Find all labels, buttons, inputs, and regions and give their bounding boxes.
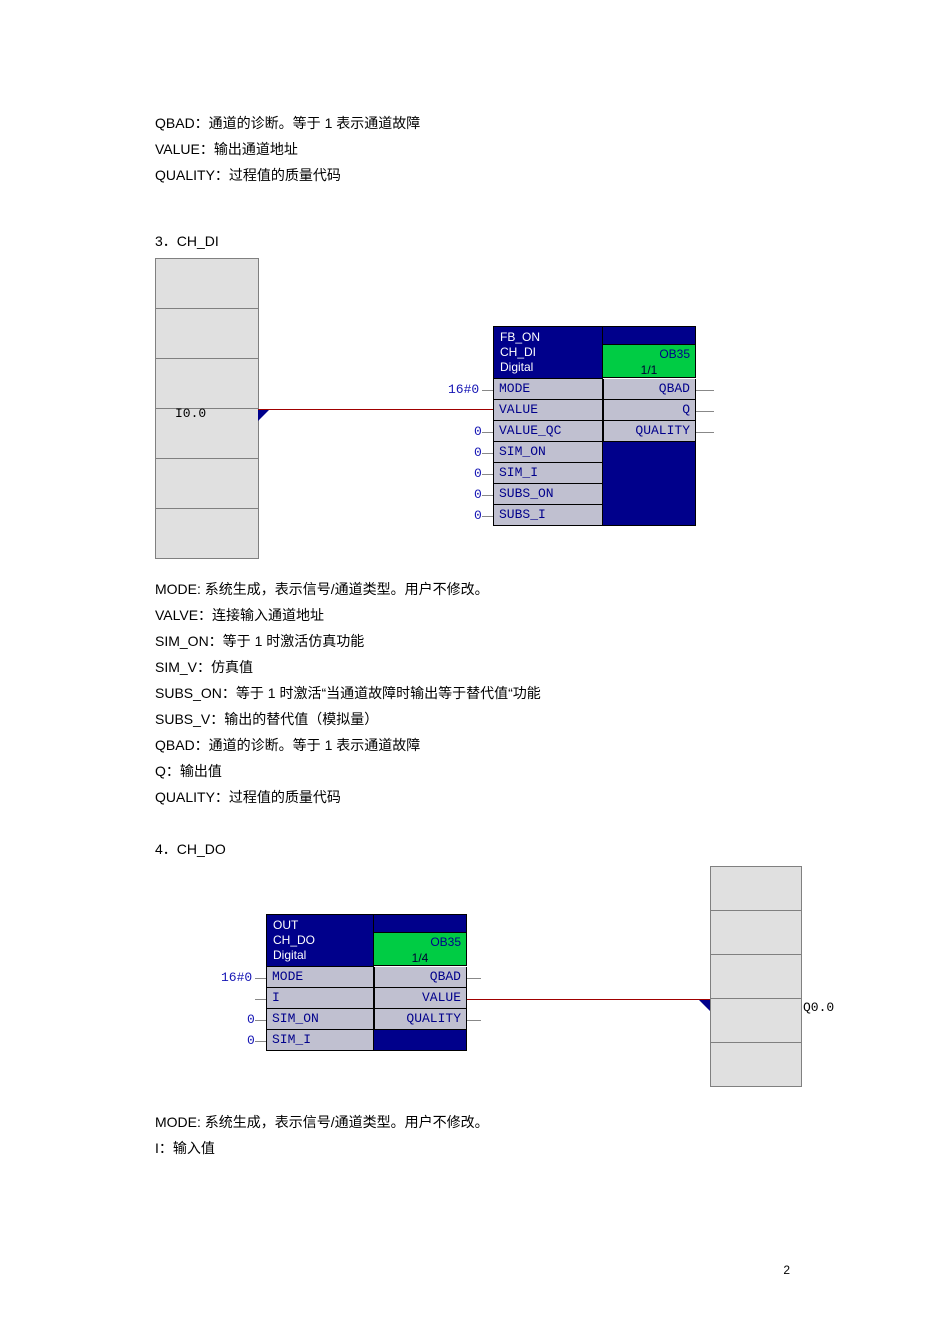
function-block-ch-do: OUT CH_DO Digital OB35 1/4 MODE I SIM_ON [266, 914, 467, 1051]
fb-header-line3: Digital [500, 360, 596, 375]
fb-in-sim-on: SIM_ON [493, 442, 603, 463]
rung-address-label-r: Q0.0 [803, 1000, 834, 1015]
section-4-title: 4．CH_DO [155, 836, 790, 862]
sect3-desc-7: QBAD：通道的诊断。等于 1 表示通道故障 [155, 732, 790, 758]
diagram-ch-do: Q0.0 16#0 0 0 OUT CH_DO Digital [147, 866, 790, 1101]
fb2-in-sim-i: SIM_I [266, 1030, 374, 1051]
sect3-desc-2: VALVE：连接输入通道地址 [155, 602, 790, 628]
fb-in-value: VALUE [493, 400, 603, 421]
stub-sim-on [482, 453, 493, 454]
rung-left [155, 258, 259, 559]
stub-subs-i [482, 516, 493, 517]
fb-in-value-qc: VALUE_QC [493, 421, 603, 442]
section-3-title: 3．CH_DI [155, 228, 790, 254]
fb-status-ob: OB35 [608, 346, 690, 362]
fb-out-qbad: QBAD [603, 379, 696, 400]
rung-right [710, 866, 802, 1087]
fb2-out-qbad: QBAD [374, 967, 467, 988]
fb-out-q: Q [603, 400, 696, 421]
sect4-desc-1: MODE: 系统生成，表示信号/通道类型。用户不修改。 [155, 1109, 790, 1135]
stub-out-quality-2 [467, 1020, 481, 1021]
fb2-out-value: VALUE [374, 988, 467, 1009]
stub-sim-on-2 [255, 1020, 266, 1021]
diagram-ch-di: I0.0 16#0 0 0 0 0 0 FB_ON CH_DI Digital [155, 258, 790, 568]
fb-in-sim-i: SIM_I [493, 463, 603, 484]
stub-out-qbad [696, 390, 714, 391]
in-val-mode: 16#0 [448, 382, 479, 397]
stub-out-quality [696, 432, 714, 433]
stub-mode [482, 390, 493, 391]
stub-mode-2 [255, 978, 266, 979]
stub-sim-i-2 [255, 1041, 266, 1042]
fb-status-ratio: 1/1 [608, 362, 690, 378]
intro-line-2: VALUE：输出通道地址 [155, 136, 790, 162]
fb2-status-ratio: 1/4 [379, 950, 461, 966]
fb2-out-quality: QUALITY [374, 1009, 467, 1030]
function-block-ch-di: FB_ON CH_DI Digital OB35 1/1 MODE VALUE … [493, 326, 696, 526]
in-val-value-qc: 0 [474, 424, 482, 439]
page-number: 2 [783, 1263, 790, 1277]
intro-line-1: QBAD：通道的诊断。等于 1 表示通道故障 [155, 110, 790, 136]
in-val-mode-2: 16#0 [221, 970, 252, 985]
sect3-desc-4: SIM_V：仿真值 [155, 654, 790, 680]
fb-header-line2: CH_DI [500, 345, 596, 360]
fb2-header-line2: CH_DO [273, 933, 367, 948]
stub-subs-on [482, 495, 493, 496]
fb2-in-sim-on: SIM_ON [266, 1009, 374, 1030]
rung-tie-marker-r [698, 999, 710, 1011]
fb-status: OB35 1/1 [603, 344, 696, 378]
in-val-sim-i: 0 [474, 466, 482, 481]
in-val-sim-i-2: 0 [247, 1033, 255, 1048]
sect3-desc-9: QUALITY：过程值的质量代码 [155, 784, 790, 810]
stub-sim-i [482, 474, 493, 475]
in-val-sim-on-2: 0 [247, 1012, 255, 1027]
wire-value-in [258, 409, 493, 410]
fb2-in-mode: MODE [266, 967, 374, 988]
in-val-subs-on: 0 [474, 487, 482, 502]
intro-line-3: QUALITY：过程值的质量代码 [155, 162, 790, 188]
stub-out-qbad-2 [467, 978, 481, 979]
fb-in-subs-i: SUBS_I [493, 505, 603, 526]
fb2-in-i: I [266, 988, 374, 1009]
wire-value-out [467, 999, 710, 1000]
sect3-desc-1: MODE: 系统生成，表示信号/通道类型。用户不修改。 [155, 576, 790, 602]
sect3-desc-5: SUBS_ON：等于 1 时激活“当通道故障时输出等于替代值“功能 [155, 680, 790, 706]
sect3-desc-3: SIM_ON：等于 1 时激活仿真功能 [155, 628, 790, 654]
stub-i-2 [255, 999, 266, 1000]
sect3-desc-6: SUBS_V：输出的替代值（模拟量） [155, 706, 790, 732]
fb2-header-line1: OUT [273, 918, 367, 933]
in-val-subs-i: 0 [474, 508, 482, 523]
fb2-header-line3: Digital [273, 948, 367, 963]
fb2-status-ob: OB35 [379, 934, 461, 950]
rung-tie-marker [258, 409, 270, 421]
sect4-desc-2: I：输入值 [155, 1135, 790, 1161]
sect3-desc-8: Q：输出值 [155, 758, 790, 784]
fb-in-mode: MODE [493, 379, 603, 400]
rung-address-label: I0.0 [175, 406, 206, 421]
fb-header-line1: FB_ON [500, 330, 596, 345]
stub-out-q [696, 411, 714, 412]
fb-in-subs-on: SUBS_ON [493, 484, 603, 505]
stub-value-qc [482, 432, 493, 433]
fb-out-quality: QUALITY [603, 421, 696, 442]
in-val-sim-on: 0 [474, 445, 482, 460]
fb2-status: OB35 1/4 [374, 932, 467, 966]
